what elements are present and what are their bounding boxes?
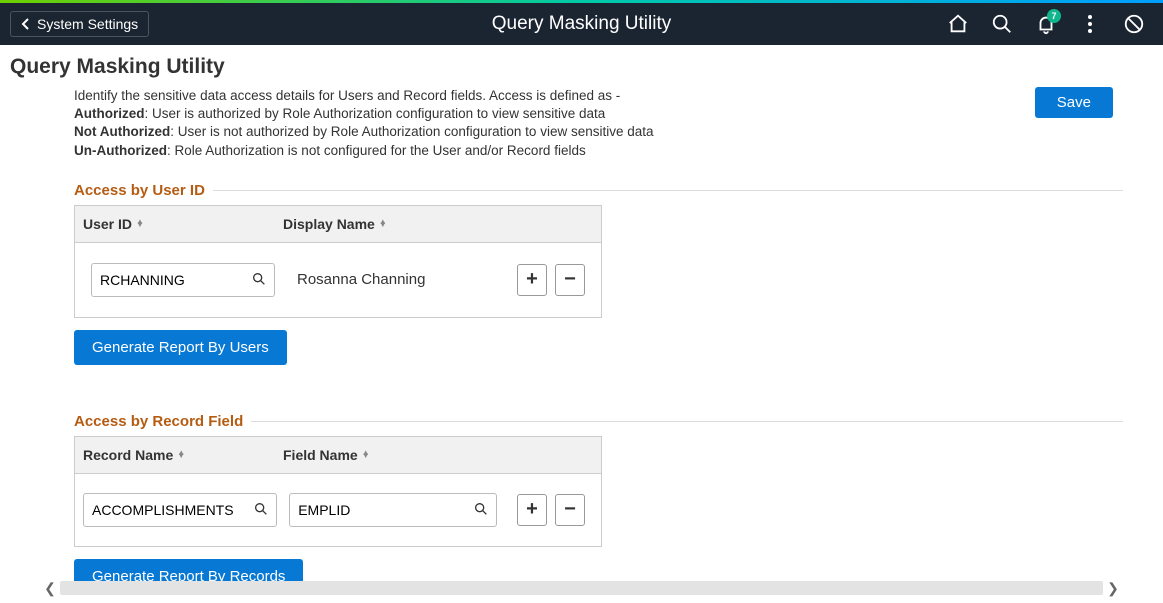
col-header-recordname[interactable]: Record Name xyxy=(75,437,275,473)
horizontal-scrollbar[interactable]: ❮ ❯ xyxy=(40,579,1123,597)
chevron-left-icon xyxy=(21,17,31,31)
userid-input[interactable] xyxy=(91,263,275,297)
notifications-icon[interactable]: 7 xyxy=(1035,13,1057,35)
fieldname-input[interactable] xyxy=(289,493,497,527)
add-row-button[interactable]: + xyxy=(517,494,547,526)
col-header-displayname[interactable]: Display Name xyxy=(275,206,601,242)
grid-record: Record Name Field Name + − xyxy=(74,436,602,547)
userid-lookup xyxy=(91,263,275,297)
grid-userid: User ID Display Name Rosanna Channing + … xyxy=(74,205,602,318)
header-title: Query Masking Utility xyxy=(492,13,672,35)
displayname-cell: Rosanna Channing xyxy=(289,261,503,298)
lookup-icon[interactable] xyxy=(251,271,269,289)
lookup-icon[interactable] xyxy=(473,501,491,519)
intro-text: Identify the sensitive data access detai… xyxy=(74,87,654,160)
scroll-track[interactable] xyxy=(60,581,1103,595)
more-menu-icon[interactable] xyxy=(1079,13,1101,35)
search-icon[interactable] xyxy=(991,13,1013,35)
sort-icon xyxy=(177,451,185,458)
col-header-fieldname[interactable]: Field Name xyxy=(275,437,495,473)
fieldname-lookup xyxy=(289,493,497,527)
accessibility-icon[interactable] xyxy=(1123,13,1145,35)
main-content: Identify the sensitive data access detai… xyxy=(0,87,1163,594)
app-header: System Settings Query Masking Utility 7 xyxy=(0,3,1163,45)
section-userid-title: Access by User ID xyxy=(74,182,1123,199)
section-record-title: Access by Record Field xyxy=(74,413,1123,430)
scroll-right-icon[interactable]: ❯ xyxy=(1103,579,1123,597)
home-icon[interactable] xyxy=(947,13,969,35)
add-row-button[interactable]: + xyxy=(517,264,547,296)
recordname-input[interactable] xyxy=(83,493,277,527)
lookup-icon[interactable] xyxy=(253,501,271,519)
col-header-userid[interactable]: User ID xyxy=(75,206,275,242)
back-label: System Settings xyxy=(37,16,138,32)
scroll-left-icon[interactable]: ❮ xyxy=(40,579,60,597)
sort-icon xyxy=(362,451,370,458)
table-row: Rosanna Channing + − xyxy=(75,243,601,317)
page-title: Query Masking Utility xyxy=(10,55,1163,79)
remove-row-button[interactable]: − xyxy=(555,494,585,526)
recordname-lookup xyxy=(83,493,277,527)
sort-icon xyxy=(379,220,387,227)
generate-users-button[interactable]: Generate Report By Users xyxy=(74,330,287,365)
header-icons: 7 xyxy=(947,13,1163,35)
back-button[interactable]: System Settings xyxy=(10,11,149,37)
sort-icon xyxy=(136,220,144,227)
table-row: + − xyxy=(75,474,601,546)
notification-badge: 7 xyxy=(1047,9,1061,23)
save-button[interactable]: Save xyxy=(1035,87,1113,118)
remove-row-button[interactable]: − xyxy=(555,264,585,296)
